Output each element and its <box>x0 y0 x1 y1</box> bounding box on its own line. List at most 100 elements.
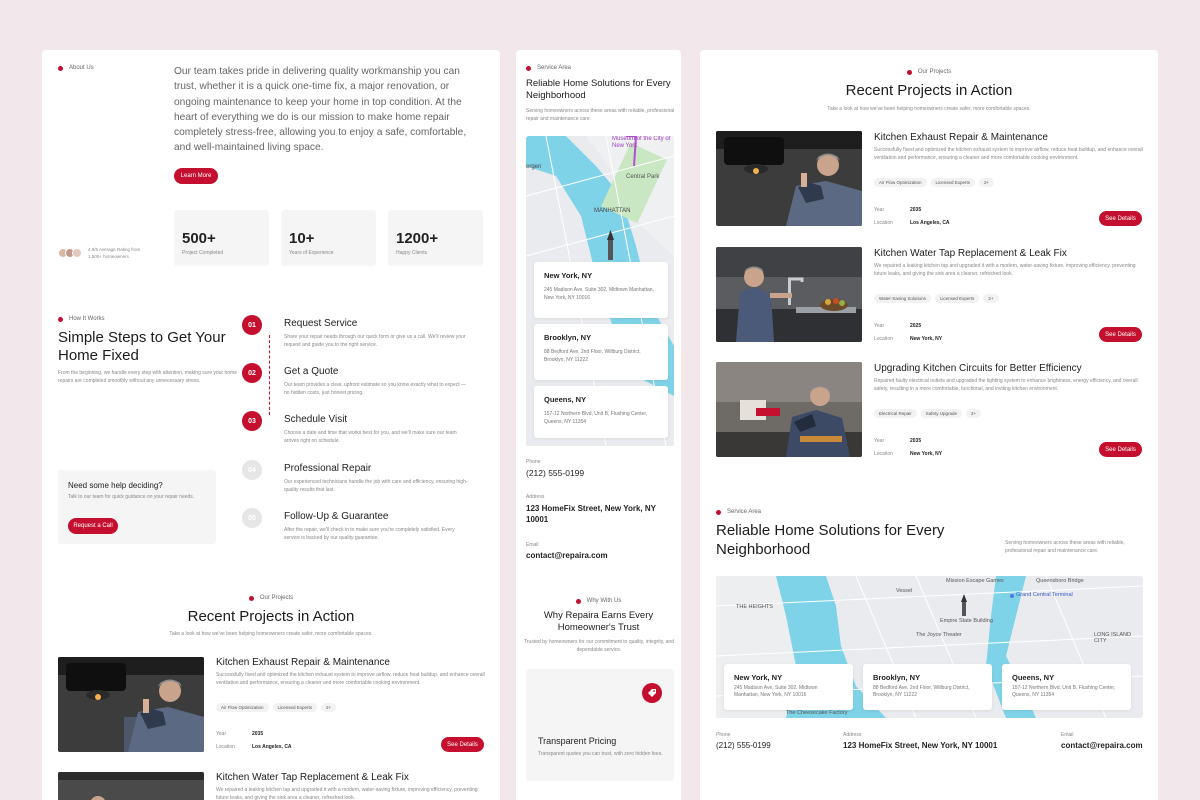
project-image <box>716 131 862 226</box>
contact-phone: Phone (212) 555-0199 <box>526 459 585 478</box>
tag-pill: 2+ <box>983 294 999 303</box>
location-city: Brooklyn, NY <box>544 333 592 342</box>
project-title: Kitchen Water Tap Replacement & Leak Fix <box>216 772 409 783</box>
step-followup: 05 Follow-Up & Guarantee After the repai… <box>242 508 482 554</box>
projects-subtitle: Take a look at how we've been helping ho… <box>169 631 373 637</box>
map-label: Museum of the City of New York <box>612 136 671 149</box>
project-title: Kitchen Exhaust Repair & Maintenance <box>216 657 390 668</box>
help-desc: Talk to our team for quick guidance on y… <box>68 494 195 500</box>
price-tag-icon <box>642 683 662 703</box>
how-title: Simple Steps to Get Your Home Fixed <box>58 329 226 364</box>
see-details-button[interactable]: See Details <box>441 737 484 752</box>
map-label: THE HEIGHTS <box>736 604 773 610</box>
help-title: Need some help deciding? <box>68 481 163 490</box>
map-label: Empire State Building <box>940 618 993 624</box>
location-card-brooklyn[interactable]: Brooklyn, NY 88 Bedford Ave, 2nd Floor, … <box>863 664 992 710</box>
step-title: Follow-Up & Guarantee <box>284 511 389 522</box>
service-tag: Service Area <box>716 509 761 515</box>
map-label: Mission Escape Games <box>946 578 1004 584</box>
request-call-button[interactable]: Request a Call <box>68 518 118 534</box>
step-number: 03 <box>242 411 262 431</box>
stat-label: Happy Clients <box>396 250 428 256</box>
map-label: MANHATTAN <box>594 208 631 214</box>
location-address: 245 Madison Ave, Suite 302, Midtown Manh… <box>544 287 654 301</box>
middle-panel: Service Area Reliable Home Solutions for… <box>516 50 681 800</box>
stat-clients: 1200+ Happy Clients <box>388 210 483 266</box>
step-desc: Our experienced technicians handle the j… <box>284 479 468 493</box>
project-title: Upgrading Kitchen Circuits for Better Ef… <box>874 363 1082 374</box>
location-city: New York, NY <box>734 673 783 682</box>
rating-block: 4.9/5 Average Rating from 1,500+ homeown… <box>58 246 140 260</box>
stat-experience: 10+ Years of Experience <box>281 210 376 266</box>
location-value: Los Angeles, CA <box>910 220 950 226</box>
tag-pill: Air Flow Optimization <box>216 703 269 712</box>
stat-label: Years of Experience <box>289 250 334 256</box>
location-label: Location <box>874 451 893 457</box>
why-title: Why Repaira Earns Every Homeowner's Trus… <box>543 610 654 633</box>
tag-pill: Electrical Repair <box>874 409 917 418</box>
about-body: Our team takes pride in delivering quali… <box>174 66 467 154</box>
year-label: Year <box>216 731 227 737</box>
project-image <box>58 657 204 752</box>
step-title: Request Service <box>284 318 358 329</box>
map-label: Grand Central Terminal <box>1016 592 1073 598</box>
location-card-ny[interactable]: New York, NY 245 Madison Ave, Suite 302,… <box>724 664 853 710</box>
see-details-button[interactable]: See Details <box>1099 327 1142 342</box>
year-value: 2035 <box>910 207 922 213</box>
tag-pill: Water-Saving Solutions <box>874 294 931 303</box>
project-desc: We repaired a leaking kitchen tap and up… <box>874 263 1136 277</box>
location-value: Los Angeles, CA <box>252 744 292 750</box>
learn-more-button[interactable]: Learn More <box>174 168 218 184</box>
location-address: 88 Bedford Ave, 2nd Floor, Willburg Dist… <box>873 685 970 698</box>
tag-pill: Safety Upgrade <box>920 409 963 418</box>
step-number: 05 <box>242 508 262 528</box>
map-label: ergen <box>526 164 542 170</box>
project-desc: Successfully fixed and optimized the kit… <box>216 672 485 686</box>
contact-phone: Phone (212) 555-0199 <box>716 732 771 750</box>
map-label: Queensboro Bridge <box>1036 578 1084 584</box>
projects-tag: Our Projects <box>42 595 500 601</box>
rating-subtext: 1,500+ homeowners <box>88 254 129 259</box>
why-tag: Why With Us <box>516 598 681 604</box>
location-card-brooklyn[interactable]: Brooklyn, NY 88 Bedford Ave, 2nd Floor, … <box>534 324 668 380</box>
contact-email: Email contact@repaira.com <box>526 542 608 560</box>
stat-value: 1200+ <box>396 230 439 247</box>
year-value: 2035 <box>910 438 922 444</box>
location-label: Location <box>874 220 893 226</box>
see-details-button[interactable]: See Details <box>1099 442 1142 457</box>
step-desc: Choose a date and time that works best f… <box>284 430 457 444</box>
left-panel: About Us Our team takes pride in deliver… <box>42 50 500 800</box>
service-desc: Serving homeowners across these areas wi… <box>1005 540 1125 554</box>
tag-pill: 2+ <box>321 703 337 712</box>
right-panel: Our Projects Recent Projects in Action T… <box>700 50 1158 800</box>
tag-pill: 2+ <box>979 178 995 187</box>
map-view[interactable]: Museum of the City of New York Central P… <box>526 136 674 446</box>
project-tags: Water-Saving Solutions Licensed Experts 2+ <box>874 287 1003 305</box>
step-number: 04 <box>242 460 262 480</box>
step-request: 01 Request Service Share your repair nee… <box>242 315 482 361</box>
year-label: Year <box>874 207 885 213</box>
step-repair: 04 Professional Repair Our experienced t… <box>242 460 482 506</box>
location-address: 88 Bedford Ave, 2nd Floor, Willburg Dist… <box>544 349 641 363</box>
projects-subtitle: Take a look at how we've been helping ho… <box>827 106 1031 112</box>
location-card-queens[interactable]: Queens, NY 157-12 Northern Blvd, Unit B,… <box>1002 664 1131 710</box>
service-tag: Service Area <box>526 65 571 71</box>
map-view[interactable]: Mission Escape Games Queensboro Bridge T… <box>716 576 1143 718</box>
see-details-button[interactable]: See Details <box>1099 211 1142 226</box>
location-city: Queens, NY <box>544 395 587 404</box>
location-card-ny[interactable]: New York, NY 245 Madison Ave, Suite 302,… <box>534 262 668 318</box>
help-card: Need some help deciding? Talk to our tea… <box>58 470 216 544</box>
step-number: 02 <box>242 363 262 383</box>
contact-address: Address 123 HomeFix Street, New York, NY… <box>843 732 998 750</box>
project-image <box>716 362 862 457</box>
projects-title: Recent Projects in Action <box>845 82 1013 99</box>
project-image <box>716 247 862 342</box>
location-address: 157-12 Northern Blvd, Unit B, Flushing C… <box>1012 685 1116 698</box>
stat-projects: 500+ Project Completed <box>174 210 269 266</box>
location-card-queens[interactable]: Queens, NY 157-12 Northern Blvd, Unit B,… <box>534 386 668 438</box>
step-quote: 02 Get a Quote Our team provides a clear… <box>242 363 482 409</box>
stat-label: Project Completed <box>182 250 224 256</box>
map-label: Central Park <box>626 174 660 180</box>
step-number: 01 <box>242 315 262 335</box>
tag-pill: Licensed Experts <box>272 703 318 712</box>
